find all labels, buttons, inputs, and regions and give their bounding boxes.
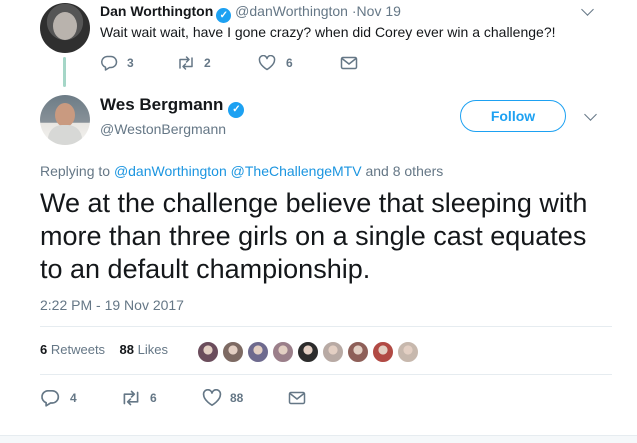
thread-connector-line xyxy=(63,57,66,87)
parent-timestamp[interactable]: Nov 19 xyxy=(357,3,401,19)
main-like-count: 88 xyxy=(230,391,244,405)
likers-avatar-row xyxy=(197,341,422,363)
replying-to-line: Replying to @danWorthington @TheChalleng… xyxy=(40,163,443,179)
liker-avatar[interactable] xyxy=(222,341,244,363)
liker-avatar[interactable] xyxy=(372,341,394,363)
main-author-name-row: Wes Bergmann ✓ xyxy=(100,95,245,118)
reply-icon xyxy=(101,55,118,71)
parent-retweet-button[interactable]: 2 xyxy=(176,55,258,71)
mention-link[interactable]: @TheChallengeMTV xyxy=(231,163,362,179)
liker-avatar[interactable] xyxy=(297,341,319,363)
follow-button[interactable]: Follow xyxy=(460,100,566,132)
replying-others-link[interactable]: and 8 others xyxy=(365,163,443,179)
main-tweet-timestamp[interactable]: 2:22 PM - 19 Nov 2017 xyxy=(40,297,184,313)
main-direct-message-button[interactable] xyxy=(288,391,306,405)
retweets-stat-count: 6 xyxy=(40,342,48,357)
main-reply-button[interactable]: 4 xyxy=(40,389,120,407)
parent-reply-button[interactable]: 3 xyxy=(100,55,176,71)
parent-tweet-header: Dan Worthington ✓ @danWorthington ·Nov 19 xyxy=(100,3,401,23)
liker-avatar[interactable] xyxy=(347,341,369,363)
parent-direct-message-button[interactable] xyxy=(340,56,358,70)
liker-avatar[interactable] xyxy=(197,341,219,363)
divider xyxy=(40,326,612,327)
main-tweet-text: We at the challenge believe that sleepin… xyxy=(40,188,588,284)
divider xyxy=(40,374,612,375)
main-like-button[interactable]: 88 xyxy=(202,389,288,407)
envelope-icon xyxy=(288,391,306,405)
main-more-chevron-down-icon[interactable] xyxy=(584,108,597,121)
retweet-icon xyxy=(179,56,193,70)
reply-icon xyxy=(41,389,60,407)
avatar-wes-bergmann[interactable] xyxy=(40,95,90,145)
parent-author-name[interactable]: Dan Worthington xyxy=(100,3,213,19)
verified-badge-icon: ✓ xyxy=(216,8,232,23)
heart-icon xyxy=(202,389,222,407)
parent-retweet-count: 2 xyxy=(204,56,211,70)
parent-author-handle[interactable]: @danWorthington xyxy=(235,3,348,19)
parent-reply-count: 3 xyxy=(127,56,134,70)
avatar-dan-worthington[interactable] xyxy=(40,3,90,53)
verified-badge-icon: ✓ xyxy=(228,102,245,118)
retweets-stat-label: Retweets xyxy=(50,342,106,357)
mention-link[interactable]: @danWorthington xyxy=(114,163,227,179)
main-retweet-count: 6 xyxy=(150,391,157,405)
parent-tweet-text: Wait wait wait, have I gone crazy? when … xyxy=(100,24,556,40)
replying-prefix: Replying to xyxy=(40,163,111,179)
retweets-stat[interactable]: 6 Retweets xyxy=(40,342,105,357)
main-author-handle[interactable]: @WestonBergmann xyxy=(100,121,226,137)
main-author-name[interactable]: Wes Bergmann xyxy=(100,95,223,114)
parent-tweet-actions: 3 2 6 xyxy=(100,55,358,71)
parent-like-button[interactable]: 6 xyxy=(258,55,340,71)
liker-avatar[interactable] xyxy=(322,341,344,363)
likes-stat-count: 88 xyxy=(119,342,134,357)
likes-stat-label: Likes xyxy=(137,342,168,357)
main-reply-count: 4 xyxy=(70,391,77,405)
tweet-stats: 6 Retweets 88 Likes xyxy=(40,342,168,357)
envelope-icon xyxy=(340,56,358,70)
main-retweet-button[interactable]: 6 xyxy=(120,389,202,407)
likes-stat[interactable]: 88 Likes xyxy=(120,342,168,357)
liker-avatar[interactable] xyxy=(247,341,269,363)
liker-avatar[interactable] xyxy=(397,341,419,363)
retweet-icon xyxy=(123,390,139,406)
heart-icon xyxy=(258,55,276,71)
parent-more-chevron-down-icon[interactable] xyxy=(581,3,594,16)
main-tweet-actions: 4 6 88 xyxy=(40,389,306,407)
liker-avatar[interactable] xyxy=(272,341,294,363)
parent-like-count: 6 xyxy=(286,56,293,70)
timeline-footer-strip xyxy=(0,435,637,443)
